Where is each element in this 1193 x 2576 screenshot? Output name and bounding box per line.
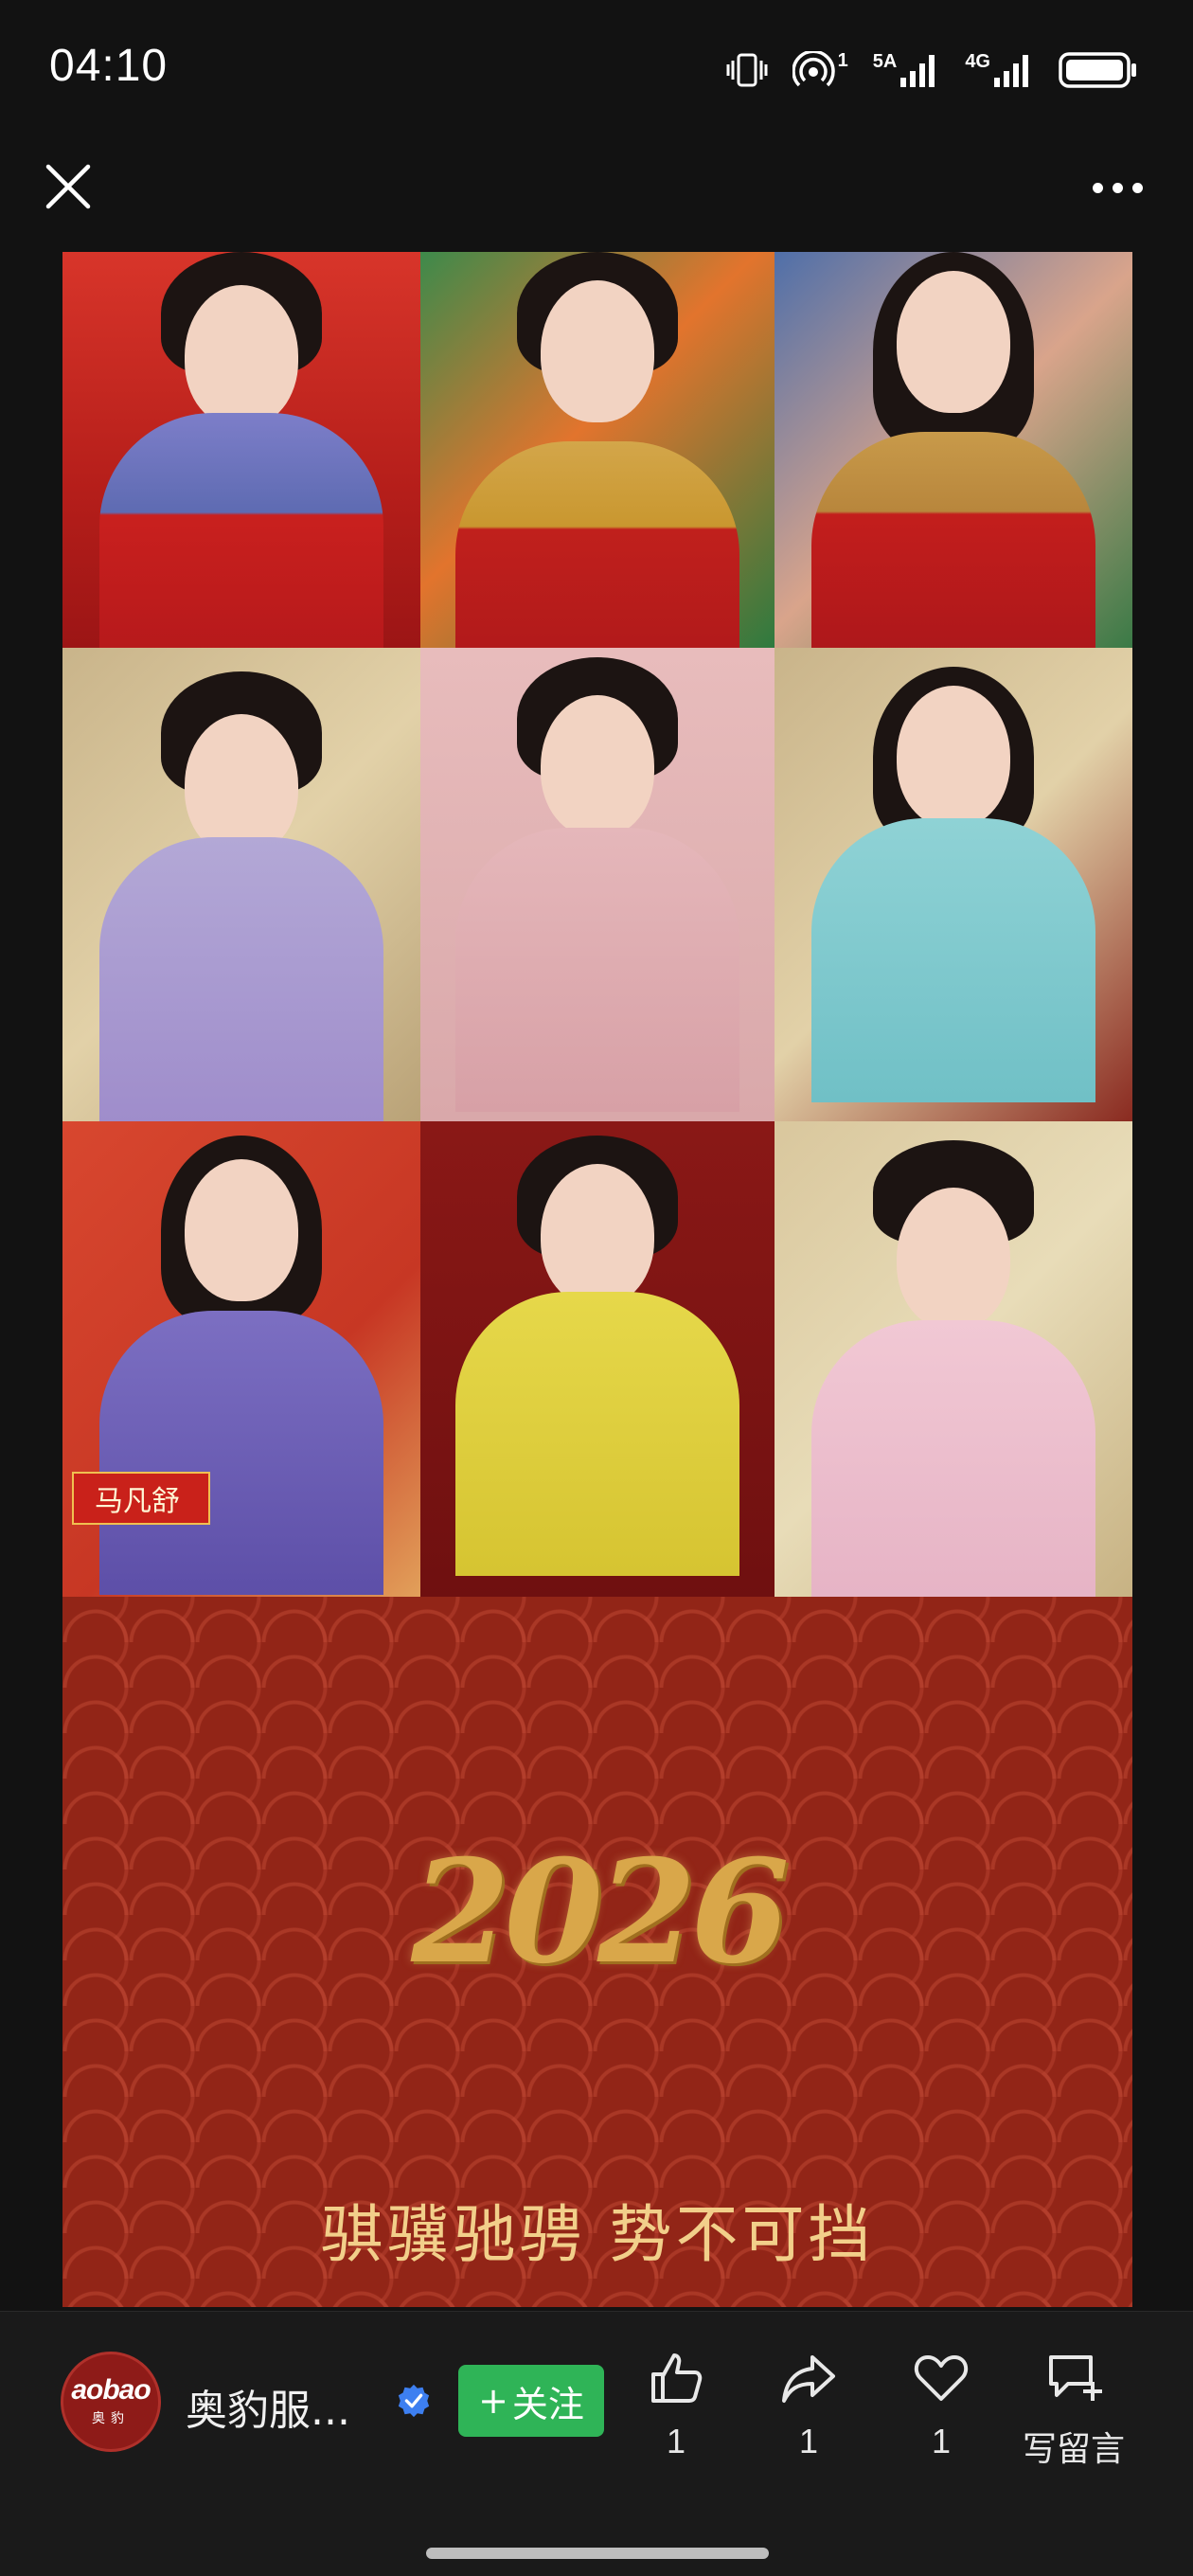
photo-host-6 (775, 648, 1132, 1121)
share-count: 1 (798, 2422, 819, 2460)
photo-host-8 (420, 1121, 775, 1597)
home-indicator[interactable] (426, 2548, 769, 2559)
photo-host-2 (420, 252, 775, 648)
close-icon (45, 164, 91, 209)
vibrate-icon (726, 51, 768, 89)
status-bar: 04:10 1 5A 4G (0, 0, 1193, 142)
comment-plus-icon (1049, 2355, 1102, 2401)
photo-host-1 (62, 252, 420, 648)
photo-host-3 (775, 252, 1132, 648)
photo-host-9 (775, 1121, 1132, 1597)
hotspot-badge: 1 (837, 50, 848, 71)
photo-host-4 (62, 648, 420, 1121)
account-name[interactable]: 奥豹服... (186, 2376, 350, 2437)
photo-host-5 (420, 648, 775, 1121)
verified-badge-icon (398, 2384, 430, 2418)
follow-button[interactable]: + 关注 (458, 2365, 604, 2437)
write-comment-button[interactable]: 写留言 (1017, 2348, 1131, 2480)
thumbs-up-icon (651, 2353, 703, 2403)
like-button[interactable]: 1 (619, 2348, 733, 2480)
photo-host-7: 马凡舒 (62, 1121, 420, 1597)
status-icons: 1 5A 4G (726, 45, 1138, 95)
status-time: 04:10 (49, 41, 169, 91)
bottom-action-bar: aobao 奥豹 奥豹服... + 关注 1 1 1 写留言 (0, 2311, 1193, 2576)
close-button[interactable] (38, 156, 98, 217)
favorite-count: 1 (931, 2422, 952, 2460)
battery-icon (1059, 50, 1138, 90)
hotspot-icon: 1 (792, 51, 848, 89)
more-options-button[interactable] (1079, 161, 1155, 214)
favorite-button[interactable]: 1 (884, 2348, 998, 2480)
photo-grid: 马凡舒 (62, 252, 1132, 1597)
like-count: 1 (666, 2422, 686, 2460)
slogan-text: 骐骥驰骋 势不可挡 (320, 2198, 875, 2271)
content-image[interactable]: 马凡舒 2026 骐骥驰骋 势不可挡 (62, 252, 1132, 2307)
year-title: 2026 (411, 1829, 789, 1995)
signal-5a-icon: 5A (873, 51, 941, 89)
more-icon (1092, 182, 1103, 193)
share-button[interactable]: 1 (752, 2348, 865, 2480)
write-comment-label: 写留言 (1022, 2430, 1125, 2469)
account-avatar[interactable]: aobao 奥豹 (61, 2352, 161, 2452)
signal-4g-icon: 4G (965, 51, 1034, 89)
host-nameplate: 马凡舒 (72, 1472, 210, 1525)
share-arrow-icon (782, 2355, 835, 2403)
plus-icon: + (478, 2380, 508, 2422)
new-year-banner: 2026 骐骥驰骋 势不可挡 (62, 1597, 1132, 2307)
heart-icon (914, 2355, 969, 2401)
